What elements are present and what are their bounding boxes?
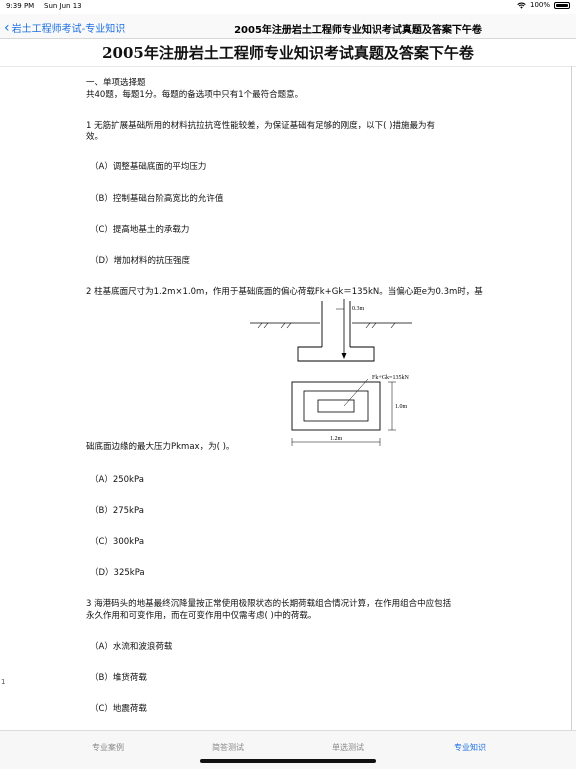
question-3-line-1: 3 海港码头的地基最终沉降量按正常使用极限状态的长期荷载组合情况计算，在作用组合… xyxy=(86,599,452,609)
page-title: 2005年注册岩土工程师专业知识考试真题及答案下午卷 xyxy=(234,25,482,36)
page-margin-mark: 1 xyxy=(1,678,6,686)
question-3-line-2: 永久作用和可变作用，而在可变作用中仅需考虑( )中的荷载。 xyxy=(86,611,317,621)
section-instructions: 共40题，每题1分。每题的备选项中只有1个最符合题意。 xyxy=(86,90,304,100)
question-2-line-1: 2 柱基底面尺寸为1.2m×1.0m，作用于基础底面的偏心荷载Fk+Gk＝135… xyxy=(86,287,483,297)
status-date: Sun Jun 13 xyxy=(44,2,82,10)
battery-percent: 100% xyxy=(529,1,550,9)
question-2-line-2: 础底面边缘的最大压力Pkmax，为( )。 xyxy=(86,442,235,452)
question-1-option-b: （B）控制基础台阶高宽比的允许值 xyxy=(90,194,224,204)
eccentricity-label: 0.3m xyxy=(352,306,365,312)
status-right: 100% xyxy=(517,1,570,9)
tab-bar: 专业案例 简答测试 单选测试 专业知识 xyxy=(0,730,576,769)
foundation-diagram: 0.3m Fk+Gk=135kN 1.0m 1.2m xyxy=(250,299,412,446)
status-time: 9:39 PM xyxy=(6,2,35,10)
section-heading: 一、单项选择题 xyxy=(86,78,146,88)
tab-professional-knowledge[interactable]: 专业知识 xyxy=(420,742,520,753)
question-2-option-c: （C）300kPa xyxy=(90,537,145,547)
depth-label: 1.0m xyxy=(395,404,408,410)
scrollbar-track[interactable] xyxy=(571,66,572,730)
back-button[interactable]: ‹ 岩土工程师考试-专业知识 xyxy=(4,19,126,36)
document-title: 2005年注册岩土工程师专业知识考试真题及答案下午卷 xyxy=(102,44,474,62)
question-3-option-c: （C）地震荷载 xyxy=(90,704,147,714)
question-1-line-1: 1 无筋扩展基础所用的材料抗拉抗弯性能较差，为保证基础有足够的刚度，以下( )措… xyxy=(86,121,435,131)
tab-single-choice-test[interactable]: 单选测试 xyxy=(298,742,398,753)
question-2-option-d: （D）325kPa xyxy=(90,568,145,578)
chevron-left-icon: ‹ xyxy=(4,19,10,36)
wifi-icon xyxy=(517,2,526,9)
home-indicator[interactable] xyxy=(200,759,376,763)
document-content[interactable]: 2005年注册岩土工程师专业知识考试真题及答案下午卷 一、单项选择题 共40题，… xyxy=(0,38,576,730)
load-label: Fk+Gk=135kN xyxy=(372,375,409,381)
question-1-option-a: （A）调整基础底面的平均压力 xyxy=(90,162,207,172)
question-1-line-2: 效。 xyxy=(86,132,104,142)
back-button-label: 岩土工程师考试-专业知识 xyxy=(11,24,126,35)
question-1-option-d: （D）增加材料的抗压强度 xyxy=(90,256,191,266)
width-label: 1.2m xyxy=(330,436,343,442)
title-divider xyxy=(0,66,576,67)
question-2-option-a: （A）250kPa xyxy=(90,475,144,485)
question-3-option-b: （B）堆货荷载 xyxy=(90,673,147,683)
status-bar: 9:39 PM Sun Jun 13 100% xyxy=(0,0,576,12)
question-3-option-a: （A）水流和波浪荷载 xyxy=(90,642,173,652)
battery-icon xyxy=(554,1,570,9)
tab-short-answer-test[interactable]: 简答测试 xyxy=(178,742,278,753)
question-1-option-c: （C）提高地基土的承载力 xyxy=(90,225,190,235)
navigation-bar: ‹ 岩土工程师考试-专业知识 2005年注册岩土工程师专业知识考试真题及答案下午… xyxy=(0,14,576,39)
question-2-option-b: （B）275kPa xyxy=(90,506,144,516)
tab-professional-cases[interactable]: 专业案例 xyxy=(58,742,158,753)
